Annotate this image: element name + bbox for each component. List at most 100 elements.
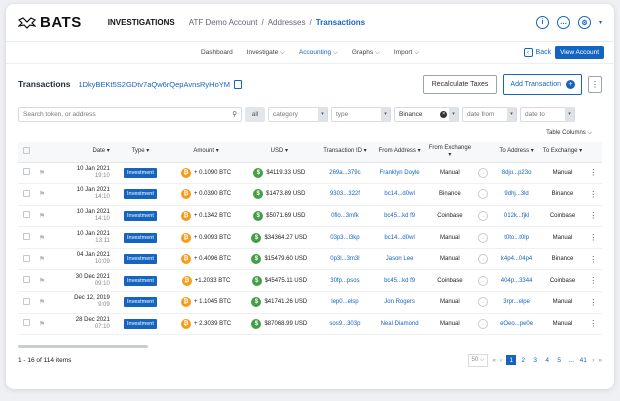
to-address-link[interactable]: 3rpr...elpe	[492, 291, 541, 314]
nav-graphs[interactable]: Graphs ⌵	[352, 49, 380, 57]
table-columns-toggle[interactable]: Table Columns ⌵	[6, 124, 614, 142]
txid-link[interactable]: sos9...303p	[317, 313, 373, 336]
page-size-select[interactable]: 50 ⌵	[467, 353, 489, 367]
row-checkbox[interactable]	[23, 297, 31, 305]
txid-link[interactable]: 9303...322f	[317, 183, 373, 206]
page-button[interactable]: 3	[530, 355, 540, 365]
breadcrumb-account[interactable]: ATF Demo Account	[189, 18, 258, 27]
page-button[interactable]: 2	[518, 355, 528, 365]
to-address-header[interactable]: To Address ▾	[492, 142, 541, 163]
row-checkbox[interactable]	[23, 211, 31, 219]
all-button[interactable]: all	[245, 106, 265, 122]
txid-link[interactable]: 03p3...l3kp	[317, 226, 373, 249]
flag-icon[interactable]: ⚑	[39, 321, 45, 328]
kebab-menu-icon[interactable]: ⋮	[589, 233, 597, 242]
kebab-menu-icon[interactable]: ⋮	[589, 255, 597, 264]
from-address-link[interactable]: Franklyn Doyle	[372, 162, 427, 185]
to-address-link[interactable]: k4p4...04p4	[492, 248, 541, 271]
kebab-menu-icon[interactable]: ⋮	[589, 190, 597, 199]
page-button[interactable]: 5	[554, 355, 564, 365]
kebab-menu-icon[interactable]: ⋮	[589, 298, 597, 307]
page-button[interactable]: 41	[578, 355, 588, 365]
kebab-menu-icon[interactable]: ⋮	[589, 168, 597, 177]
kebab-menu-icon[interactable]: ⋮	[589, 276, 597, 285]
bats-logo[interactable]: BATS	[18, 14, 82, 31]
to-address-link[interactable]: eOeo...pe0e	[492, 313, 541, 336]
kebab-menu-icon[interactable]: ⋮	[589, 211, 597, 220]
txid-link[interactable]: 0flo...3mfk	[317, 205, 373, 228]
view-account-button[interactable]: View Account	[555, 46, 604, 59]
clear-icon[interactable]: ×	[440, 110, 448, 118]
wallet-address[interactable]: 1DkyBEKt5S2GDtv7aQw6rQepAvnsRyHoYM	[78, 80, 230, 89]
chat-icon[interactable]: …	[556, 16, 570, 29]
table-row[interactable]: ⚑ 30 Dec 2021 09:10 Investment ₿ +1.2033 B…	[18, 269, 602, 293]
table-row[interactable]: ⚑ 10 Jan 2021 13:11 Investment ₿ + 0.9093 …	[18, 226, 602, 249]
from-address-link[interactable]: bc14...d0wl	[372, 226, 427, 249]
prev-page-icon[interactable]: ‹	[500, 357, 502, 364]
kebab-menu-icon[interactable]: ⋮	[589, 319, 597, 328]
type-header[interactable]: Type ▾	[109, 142, 172, 163]
table-row[interactable]: ⚑ 10 Jan 2021 14:10 Investment ₿ + 0.1342 …	[18, 205, 602, 228]
from-address-link[interactable]: Jason Lee	[372, 248, 427, 271]
search-input[interactable]: Search token, or address ⚲	[18, 106, 242, 122]
horizontal-scrollbar[interactable]	[18, 345, 148, 348]
category-select[interactable]: category ▾	[268, 106, 328, 122]
nav-import[interactable]: Import ⌵	[394, 49, 419, 57]
more-options-button[interactable]: ⋮	[588, 75, 602, 93]
txid-link[interactable]: lep0...elsp	[317, 291, 373, 314]
row-checkbox[interactable]	[23, 319, 31, 327]
usd-header[interactable]: USD ▾	[241, 142, 318, 163]
from-address-link[interactable]: Neal Diamond	[372, 313, 427, 336]
exchange-select[interactable]: Binance × ▾	[394, 106, 459, 122]
copy-icon[interactable]	[234, 79, 243, 89]
flag-icon[interactable]: ⚑	[39, 278, 45, 285]
recalculate-taxes-button[interactable]: Recalculate Taxes	[422, 74, 498, 94]
from-address-link[interactable]: Jon Rogers	[372, 291, 427, 314]
table-row[interactable]: ⚑ 04 Jan 2021 10:09 Investment ₿ + 0.4096 …	[18, 248, 602, 271]
from-exchange-header[interactable]: From Exchange ▾	[426, 142, 473, 163]
date-header[interactable]: Date ▾	[48, 142, 110, 163]
from-address-link[interactable]: bc14...d0wl	[372, 183, 427, 206]
txid-link[interactable]: 30fp...psos	[317, 269, 373, 293]
back-button[interactable]: ‹ Back	[523, 48, 551, 57]
page-button[interactable]: ...	[566, 355, 576, 365]
date-to-input[interactable]: date to ▾	[520, 106, 575, 122]
txid-header[interactable]: Transaction ID ▾	[317, 142, 373, 163]
flag-icon[interactable]: ⚑	[39, 213, 45, 220]
info-icon[interactable]: i	[535, 16, 549, 29]
page-button[interactable]: 4	[542, 355, 552, 365]
flag-icon[interactable]: ⚑	[39, 191, 45, 198]
to-address-link[interactable]: 404p...3344	[492, 269, 541, 293]
table-row[interactable]: ⚑ 28 Dec 2021 07:10 Investment ₿ + 2.3039 …	[18, 313, 602, 336]
type-select[interactable]: type ▾	[331, 106, 391, 122]
flag-icon[interactable]: ⚑	[39, 256, 45, 263]
nav-accounting[interactable]: Accounting ⌵	[299, 49, 338, 57]
to-address-link[interactable]: 9dhj...3ld	[492, 183, 541, 206]
page-button[interactable]: 1	[506, 355, 517, 365]
row-checkbox[interactable]	[23, 276, 31, 284]
to-address-link[interactable]: 8dju...p23o	[492, 162, 541, 185]
breadcrumb-addresses[interactable]: Addresses	[268, 18, 306, 27]
table-row[interactable]: ⚑ Dec 12, 2019 9:09 Investment ₿ + 1.1045 …	[18, 291, 602, 314]
date-from-input[interactable]: date from ▾	[462, 106, 517, 122]
txid-link[interactable]: 0p3l...3m3l	[317, 248, 373, 271]
nav-investigate[interactable]: Investigate ⌵	[247, 49, 285, 57]
row-checkbox[interactable]	[23, 168, 31, 176]
last-page-icon[interactable]: »	[598, 357, 602, 364]
first-page-icon[interactable]: «	[492, 357, 496, 364]
from-address-link[interactable]: bc45...kd f9	[372, 205, 427, 228]
row-checkbox[interactable]	[23, 233, 31, 241]
add-transaction-button[interactable]: Add Transaction +	[503, 73, 582, 95]
select-all-checkbox[interactable]	[23, 146, 31, 154]
from-address-header[interactable]: From Address ▾	[372, 142, 427, 163]
table-row[interactable]: ⚑ 10 Jan 2021 19:10 Investment ₿ + 0.1090 …	[18, 162, 602, 185]
nav-dashboard[interactable]: Dashboard	[201, 49, 233, 56]
row-checkbox[interactable]	[23, 254, 31, 262]
next-page-icon[interactable]: ›	[592, 357, 594, 364]
txid-link[interactable]: 269a...379c	[317, 162, 373, 185]
amount-header[interactable]: Amount ▾	[171, 142, 242, 163]
settings-icon[interactable]: ⚙	[577, 16, 591, 29]
from-address-link[interactable]: bc45...kd f9	[372, 269, 427, 293]
flag-icon[interactable]: ⚑	[39, 170, 45, 177]
table-row[interactable]: ⚑ 10 Jan 2021 14:10 Investment ₿ + 0.0390 …	[18, 183, 602, 206]
